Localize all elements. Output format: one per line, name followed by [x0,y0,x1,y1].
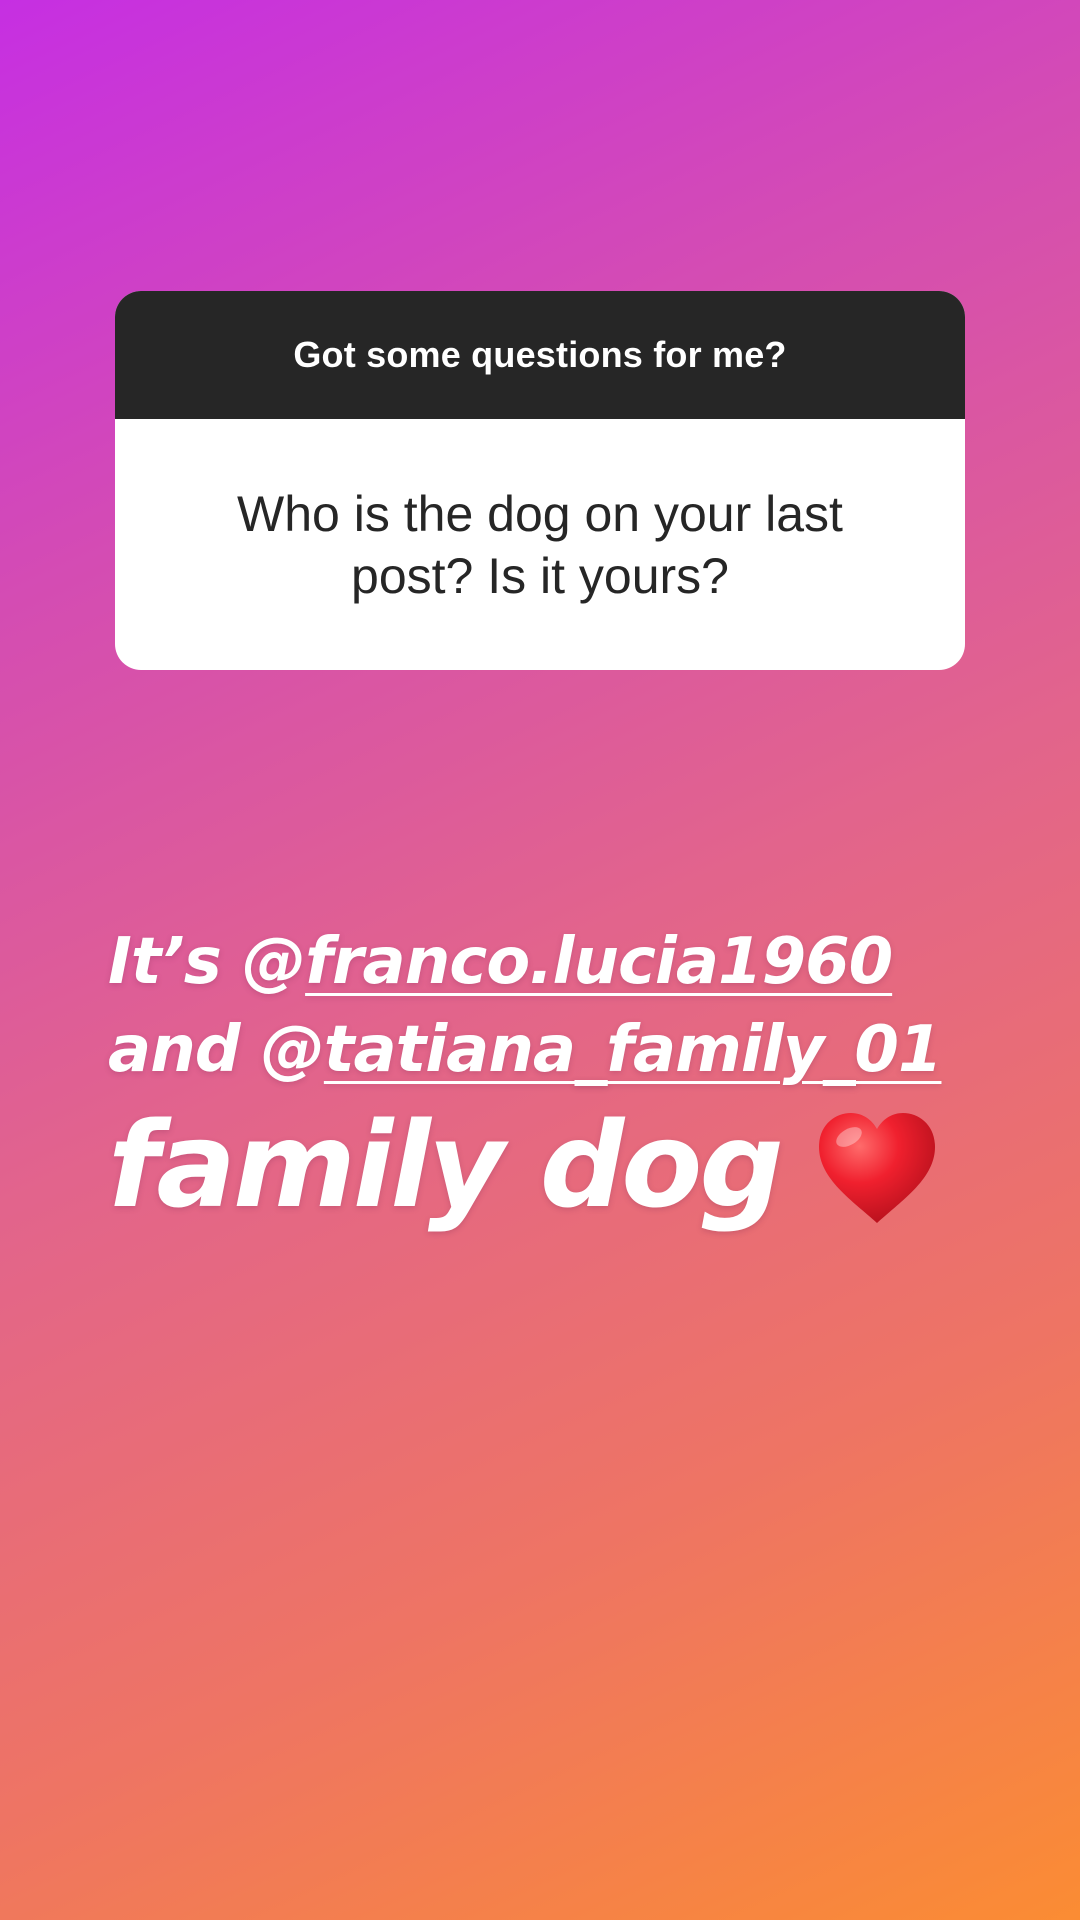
question-prompt: Got some questions for me? [115,291,965,419]
answer-line-3-text: family dog [108,1096,784,1234]
answer-line-3: family dog [108,1100,988,1230]
question-sticker[interactable]: Got some questions for me? Who is the do… [115,291,965,670]
answer-line-1-prefix: It’s @ [108,925,306,999]
answer-line-1: It’s @franco.lucia1960 [108,918,988,1006]
question-text: Who is the dog on your last post? Is it … [237,485,843,604]
answer-text-block: It’s @franco.lucia1960 and @tatiana_fami… [108,918,988,1230]
answer-line-2-prefix: and @ [108,1013,325,1087]
mention-franco-lucia1960[interactable]: franco.lucia1960 [305,925,893,999]
mention-tatiana-family-01[interactable]: tatiana_family_01 [324,1013,943,1087]
answer-line-2: and @tatiana_family_01 [108,1006,988,1094]
heart-icon [815,1109,939,1227]
